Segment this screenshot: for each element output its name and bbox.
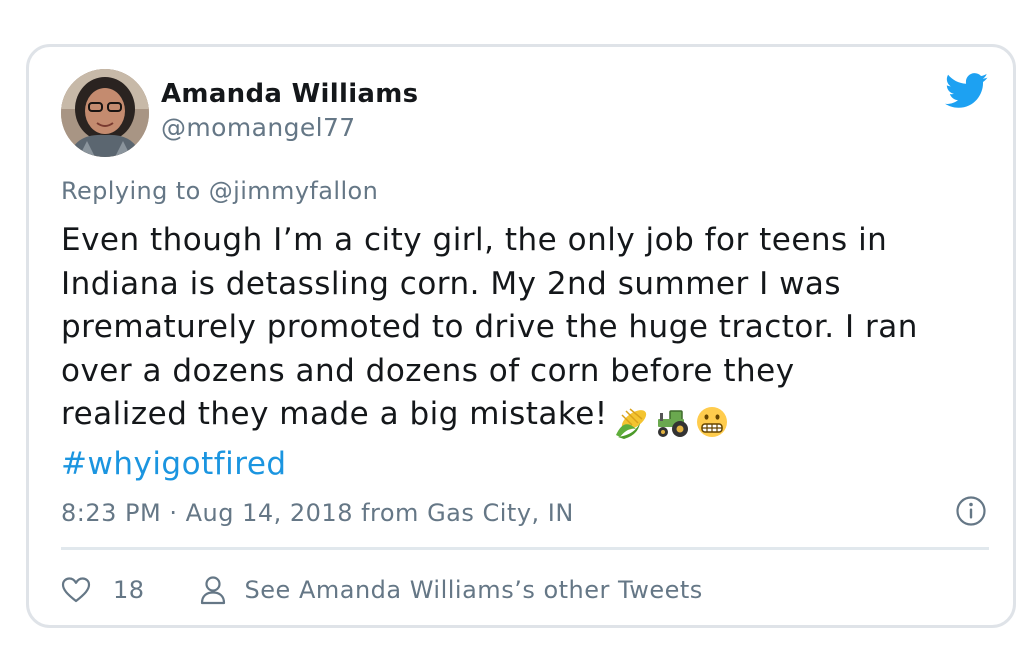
divider: [61, 547, 989, 550]
tractor-icon: [657, 410, 688, 437]
info-icon[interactable]: [955, 495, 987, 527]
tweet-line: over a dozens and dozens of corn before …: [61, 352, 795, 389]
twitter-bird-icon[interactable]: [945, 73, 989, 109]
tweet-line: prematurely promoted to drive the huge t…: [61, 309, 918, 346]
tweet-line: Even though I’m a city girl, the only jo…: [61, 222, 888, 258]
tweet-line-last: realized they made a big mistake!: [61, 393, 991, 443]
like-count[interactable]: 18: [113, 576, 145, 604]
heart-icon[interactable]: [61, 576, 91, 604]
action-bar: 18 See Amanda Williams’s other Tweets: [61, 572, 703, 608]
other-tweets-link[interactable]: See Amanda Williams’s other Tweets: [245, 576, 703, 604]
tweet-line: Indiana is detassling corn. My 2nd summe…: [61, 265, 842, 302]
tweet-card: Amanda Williams @momangel77 Replying to …: [26, 44, 1016, 628]
grimacing-face-icon: [696, 406, 727, 437]
avatar-image: [61, 69, 149, 157]
tweet-line: realized they made a big mistake!: [61, 396, 608, 433]
author-name[interactable]: Amanda Williams: [161, 79, 418, 109]
tweet-text: Even though I’m a city girl, the only jo…: [61, 219, 991, 487]
emoji-row: [614, 399, 732, 443]
author-handle[interactable]: @momangel77: [161, 113, 356, 142]
avatar[interactable]: [61, 69, 149, 157]
corn-icon: [615, 408, 646, 439]
hashtag-link[interactable]: #whyigotfired: [61, 443, 991, 487]
tweet-timestamp[interactable]: 8:23 PM · Aug 14, 2018 from Gas City, IN: [61, 499, 574, 527]
replying-to[interactable]: Replying to @jimmyfallon: [61, 177, 378, 205]
person-icon[interactable]: [199, 575, 227, 605]
